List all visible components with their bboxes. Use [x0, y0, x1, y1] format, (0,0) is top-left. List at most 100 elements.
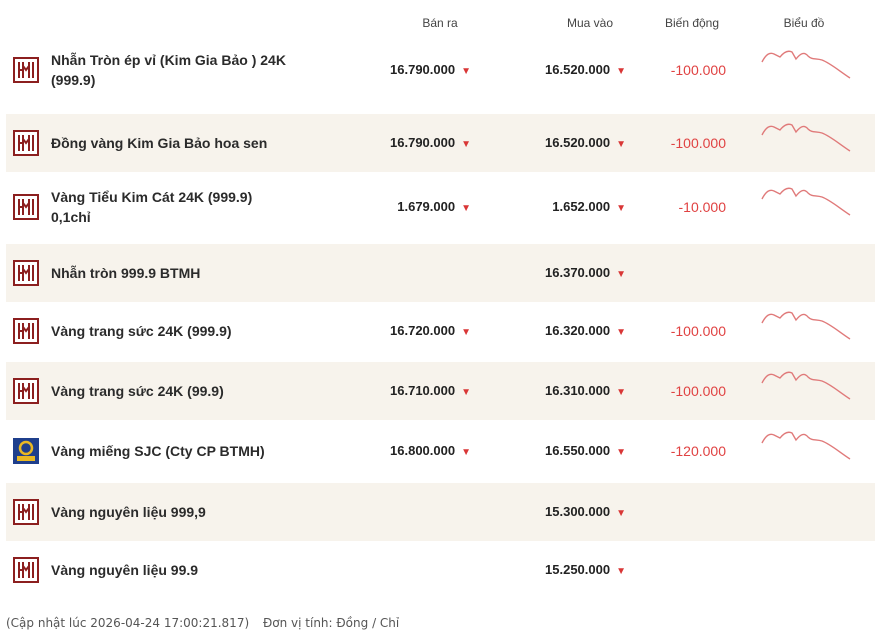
table-row[interactable]: Vàng trang sức 24K (999.9) 16.720.000 ▼ 16.…: [6, 302, 875, 360]
product-name[interactable]: Vàng nguyên liệu 99.9: [51, 560, 321, 580]
price-change: -100.000: [670, 323, 726, 339]
table-header: Bán ra Mua vào Biến động Biểu đồ: [0, 0, 875, 40]
change-column-header: Biến động: [664, 16, 720, 30]
buy-column-header: Mua vào: [566, 16, 614, 30]
price-change: -100.000: [670, 135, 726, 151]
price-sparkline-chart[interactable]: [760, 121, 852, 161]
price-sparkline-chart[interactable]: [760, 369, 852, 409]
product-name[interactable]: Vàng trang sức 24K (99.9): [51, 381, 321, 401]
buy-price: 16.520.000: [545, 135, 611, 150]
down-arrow-icon: ▼: [461, 203, 471, 214]
buy-price: 15.250.000: [545, 562, 611, 577]
product-name[interactable]: Đồng vàng Kim Gia Bảo hoa sen: [51, 133, 321, 153]
product-name-line1: Vàng trang sức 24K (99.9): [51, 383, 224, 399]
sell-price-cell: 16.800.000 ▼: [326, 443, 471, 458]
buy-price: 16.370.000: [545, 265, 611, 280]
table-row[interactable]: Vàng miếng SJC (Cty CP BTMH) 16.800.000 ▼ 1…: [6, 422, 875, 480]
product-name-line1: Nhẫn Tròn ép vỉ (Kim Gia Bảo ) 24K: [51, 52, 286, 68]
bao-tin-minh-chau-logo: [13, 557, 39, 583]
down-arrow-icon: ▼: [616, 447, 626, 458]
chart-column-header: Biểu đồ: [783, 16, 825, 30]
price-change: -120.000: [670, 443, 726, 459]
buy-price: 16.550.000: [545, 443, 611, 458]
product-name-line1: Vàng nguyên liệu 99.9: [51, 562, 199, 578]
buy-price-cell: 15.300.000 ▼: [476, 504, 626, 519]
product-name[interactable]: Vàng Tiểu Kim Cát 24K (999.9) 0,1chỉ: [51, 187, 321, 227]
down-arrow-icon: ▼: [461, 447, 471, 458]
sell-price: 16.800.000: [390, 443, 456, 458]
down-arrow-icon: ▼: [616, 269, 626, 280]
bao-tin-minh-chau-logo: [13, 57, 39, 83]
sell-price: 16.720.000: [390, 323, 456, 338]
sell-price-cell: 16.720.000 ▼: [326, 323, 471, 338]
down-arrow-icon: ▼: [461, 327, 471, 338]
price-change: -100.000: [670, 62, 726, 78]
buy-price: 16.310.000: [545, 383, 611, 398]
bao-tin-minh-chau-logo: [13, 130, 39, 156]
down-arrow-icon: ▼: [616, 327, 626, 338]
price-sparkline-chart[interactable]: [760, 309, 852, 349]
product-name[interactable]: Vàng trang sức 24K (999.9): [51, 321, 321, 341]
sjc-logo: [13, 438, 39, 464]
sell-price-cell: 16.790.000 ▼: [326, 135, 471, 150]
table-row[interactable]: Vàng nguyên liệu 99.9 15.250.000 ▼: [6, 541, 875, 599]
table-row[interactable]: Vàng nguyên liệu 999,9 15.300.000 ▼: [6, 483, 875, 541]
down-arrow-icon: ▼: [616, 566, 626, 577]
bao-tin-minh-chau-logo: [13, 318, 39, 344]
product-name[interactable]: Vàng nguyên liệu 999,9: [51, 502, 321, 522]
buy-price-cell: 16.550.000 ▼: [476, 443, 626, 458]
product-name-line1: Vàng nguyên liệu 999,9: [51, 504, 206, 520]
product-name[interactable]: Vàng miếng SJC (Cty CP BTMH): [51, 441, 321, 461]
product-name[interactable]: Nhẫn tròn 999.9 BTMH: [51, 263, 321, 283]
table-row[interactable]: Vàng Tiểu Kim Cát 24K (999.9) 0,1chỉ 1.679…: [6, 177, 875, 237]
table-row[interactable]: Nhẫn Tròn ép vỉ (Kim Gia Bảo ) 24K (999.9…: [6, 40, 875, 100]
sell-price: 16.710.000: [390, 383, 456, 398]
buy-price: 15.300.000: [545, 504, 611, 519]
price-sparkline-chart[interactable]: [760, 48, 852, 88]
buy-price-cell: 16.370.000 ▼: [476, 265, 626, 280]
down-arrow-icon: ▼: [461, 66, 471, 77]
buy-price: 1.652.000: [552, 199, 611, 214]
down-arrow-icon: ▼: [616, 387, 626, 398]
buy-price-cell: 1.652.000 ▼: [476, 199, 626, 214]
product-name[interactable]: Nhẫn Tròn ép vỉ (Kim Gia Bảo ) 24K (999.9…: [51, 50, 321, 90]
table-row[interactable]: Nhẫn tròn 999.9 BTMH 16.370.000 ▼: [6, 244, 875, 302]
sell-price: 16.790.000: [390, 135, 456, 150]
price-sparkline-chart[interactable]: [760, 185, 852, 225]
buy-price-cell: 15.250.000 ▼: [476, 562, 626, 577]
price-sparkline-chart[interactable]: [760, 429, 852, 469]
down-arrow-icon: ▼: [461, 139, 471, 150]
sell-price-cell: 1.679.000 ▼: [326, 199, 471, 214]
buy-price: 16.320.000: [545, 323, 611, 338]
product-name-line1: Vàng Tiểu Kim Cát 24K (999.9): [51, 189, 253, 205]
sell-price-cell: 16.790.000 ▼: [326, 62, 471, 77]
sell-column-header: Bán ra: [422, 16, 458, 30]
table-row[interactable]: Đồng vàng Kim Gia Bảo hoa sen 16.790.000 ▼…: [6, 114, 875, 172]
bao-tin-minh-chau-logo: [13, 378, 39, 404]
table-row[interactable]: Vàng trang sức 24K (99.9) 16.710.000 ▼ 16.3…: [6, 362, 875, 420]
buy-price-cell: 16.310.000 ▼: [476, 383, 626, 398]
sell-price: 1.679.000: [397, 199, 456, 214]
product-name-line1: Vàng miếng SJC (Cty CP BTMH): [51, 443, 265, 459]
down-arrow-icon: ▼: [461, 387, 471, 398]
product-name-line2: 0,1chỉ: [51, 209, 91, 225]
down-arrow-icon: ▼: [616, 203, 626, 214]
product-name-line1: Đồng vàng Kim Gia Bảo hoa sen: [51, 135, 268, 151]
price-change: -10.000: [678, 199, 726, 215]
down-arrow-icon: ▼: [616, 139, 626, 150]
unit-note: Đơn vị tính: Đồng / Chỉ: [262, 616, 400, 630]
bao-tin-minh-chau-logo: [13, 260, 39, 286]
update-timestamp: (Cập nhật lúc 2026-04-24 17:00:21.817): [6, 616, 250, 630]
sell-price: 16.790.000: [390, 62, 456, 77]
bao-tin-minh-chau-logo: [13, 194, 39, 220]
buy-price-cell: 16.320.000 ▼: [476, 323, 626, 338]
product-name-line2: (999.9): [51, 72, 96, 88]
table-footer: (Cập nhật lúc 2026-04-24 17:00:21.817) Đ…: [6, 616, 399, 630]
down-arrow-icon: ▼: [616, 66, 626, 77]
product-name-line1: Nhẫn tròn 999.9 BTMH: [51, 265, 201, 281]
buy-price-cell: 16.520.000 ▼: [476, 62, 626, 77]
buy-price: 16.520.000: [545, 62, 611, 77]
product-name-line1: Vàng trang sức 24K (999.9): [51, 323, 232, 339]
price-change: -100.000: [670, 383, 726, 399]
sell-price-cell: 16.710.000 ▼: [326, 383, 471, 398]
